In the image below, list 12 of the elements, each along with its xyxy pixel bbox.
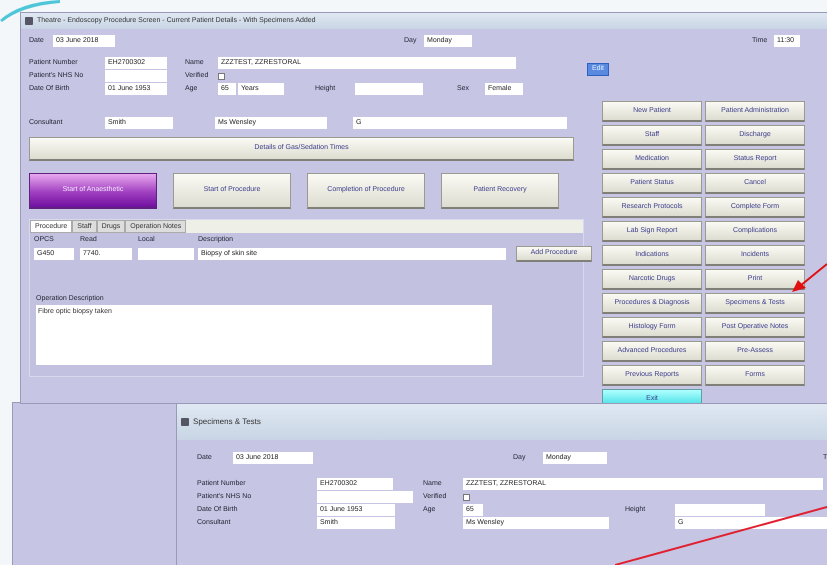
height-field[interactable] bbox=[355, 83, 423, 95]
verified-checkbox[interactable] bbox=[463, 494, 470, 500]
local-field[interactable] bbox=[138, 248, 194, 260]
window-icon bbox=[181, 418, 189, 426]
height-field[interactable] bbox=[675, 504, 765, 516]
corner-swoosh bbox=[0, 0, 60, 22]
annotation-arrow bbox=[790, 262, 827, 294]
verified-checkbox[interactable] bbox=[218, 72, 225, 80]
window-icon bbox=[25, 17, 33, 25]
nhs-field[interactable] bbox=[317, 491, 413, 503]
nhs-field[interactable] bbox=[105, 70, 167, 82]
window-title: Specimens & Tests bbox=[193, 416, 261, 428]
